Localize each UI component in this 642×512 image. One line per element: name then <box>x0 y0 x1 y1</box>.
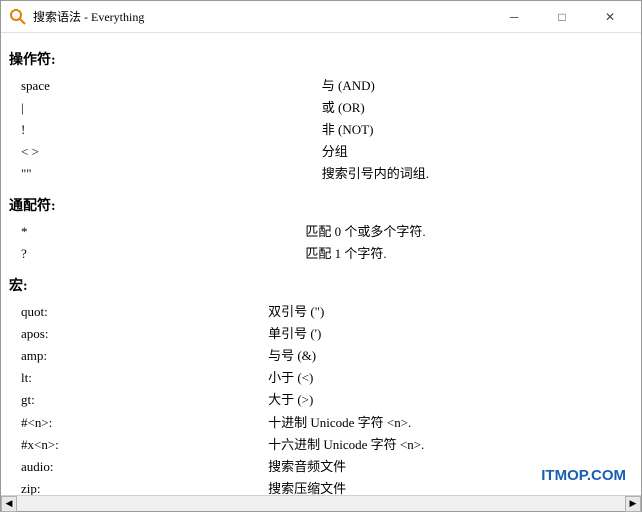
minimize-button[interactable]: ─ <box>491 3 537 31</box>
horizontal-scrollbar[interactable]: ◀ ▶ <box>1 495 641 511</box>
value-cell: 搜索音频文件 <box>264 456 633 478</box>
operators-table: space 与 (AND) | 或 (OR) ! 非 (NOT) < > 分组 <box>17 75 633 185</box>
value-cell: 匹配 0 个或多个字符. <box>301 221 633 243</box>
key-cell: ! <box>17 119 318 141</box>
value-cell: 十六进制 Unicode 字符 <n>. <box>264 434 633 456</box>
title-bar: 搜索语法 - Everything ─ □ ✕ <box>1 1 641 33</box>
help-content[interactable]: 操作符: space 与 (AND) | 或 (OR) ! 非 (NOT) <box>1 33 641 495</box>
table-row: "" 搜索引号内的词组. <box>17 163 633 185</box>
table-row: #x<n>: 十六进制 Unicode 字符 <n>. <box>17 434 633 456</box>
window-title: 搜索语法 - Everything <box>33 8 491 25</box>
table-row: ? 匹配 1 个字符. <box>17 243 633 265</box>
table-row: gt: 大于 (>) <box>17 389 633 411</box>
key-cell: "" <box>17 163 318 185</box>
value-cell: 分组 <box>318 141 633 163</box>
scroll-right-button[interactable]: ▶ <box>625 496 641 512</box>
table-row: amp: 与号 (&) <box>17 345 633 367</box>
value-cell: 单引号 (') <box>264 323 633 345</box>
value-cell: 大于 (>) <box>264 389 633 411</box>
macros-header: 宏: <box>9 275 625 299</box>
value-cell: 搜索引号内的词组. <box>318 163 633 185</box>
key-cell: space <box>17 75 318 97</box>
key-cell: zip: <box>17 478 264 495</box>
app-icon <box>9 8 27 26</box>
value-cell: 或 (OR) <box>318 97 633 119</box>
window-controls: ─ □ ✕ <box>491 3 633 31</box>
key-cell: lt: <box>17 367 264 389</box>
table-row: lt: 小于 (<) <box>17 367 633 389</box>
value-cell: 小于 (<) <box>264 367 633 389</box>
table-row: ! 非 (NOT) <box>17 119 633 141</box>
close-button[interactable]: ✕ <box>587 3 633 31</box>
table-row: quot: 双引号 (") <box>17 301 633 323</box>
table-row: < > 分组 <box>17 141 633 163</box>
macros-table: quot: 双引号 (") apos: 单引号 (') amp: 与号 (&) … <box>17 301 633 495</box>
table-row: audio: 搜索音频文件 <box>17 456 633 478</box>
key-cell: apos: <box>17 323 264 345</box>
table-row: apos: 单引号 (') <box>17 323 633 345</box>
wildcards-header: 通配符: <box>9 195 625 219</box>
value-cell: 搜索压缩文件 <box>264 478 633 495</box>
value-cell: 与号 (&) <box>264 345 633 367</box>
scroll-left-button[interactable]: ◀ <box>1 496 17 512</box>
key-cell: ? <box>17 243 301 265</box>
key-cell: * <box>17 221 301 243</box>
key-cell: gt: <box>17 389 264 411</box>
operators-header: 操作符: <box>9 49 625 73</box>
scroll-track[interactable] <box>17 496 625 511</box>
value-cell: 非 (NOT) <box>318 119 633 141</box>
value-cell: 匹配 1 个字符. <box>301 243 633 265</box>
wildcards-table: * 匹配 0 个或多个字符. ? 匹配 1 个字符. <box>17 221 633 265</box>
value-cell: 与 (AND) <box>318 75 633 97</box>
table-row: #<n>: 十进制 Unicode 字符 <n>. <box>17 412 633 434</box>
key-cell: amp: <box>17 345 264 367</box>
maximize-button[interactable]: □ <box>539 3 585 31</box>
table-row: zip: 搜索压缩文件 <box>17 478 633 495</box>
table-row: space 与 (AND) <box>17 75 633 97</box>
key-cell: #x<n>: <box>17 434 264 456</box>
main-window: 搜索语法 - Everything ─ □ ✕ 操作符: space 与 (AN… <box>0 0 642 512</box>
value-cell: 双引号 (") <box>264 301 633 323</box>
table-row: * 匹配 0 个或多个字符. <box>17 221 633 243</box>
key-cell: audio: <box>17 456 264 478</box>
value-cell: 十进制 Unicode 字符 <n>. <box>264 412 633 434</box>
key-cell: | <box>17 97 318 119</box>
table-row: | 或 (OR) <box>17 97 633 119</box>
content-area: 操作符: space 与 (AND) | 或 (OR) ! 非 (NOT) <box>1 33 641 495</box>
key-cell: < > <box>17 141 318 163</box>
key-cell: quot: <box>17 301 264 323</box>
key-cell: #<n>: <box>17 412 264 434</box>
